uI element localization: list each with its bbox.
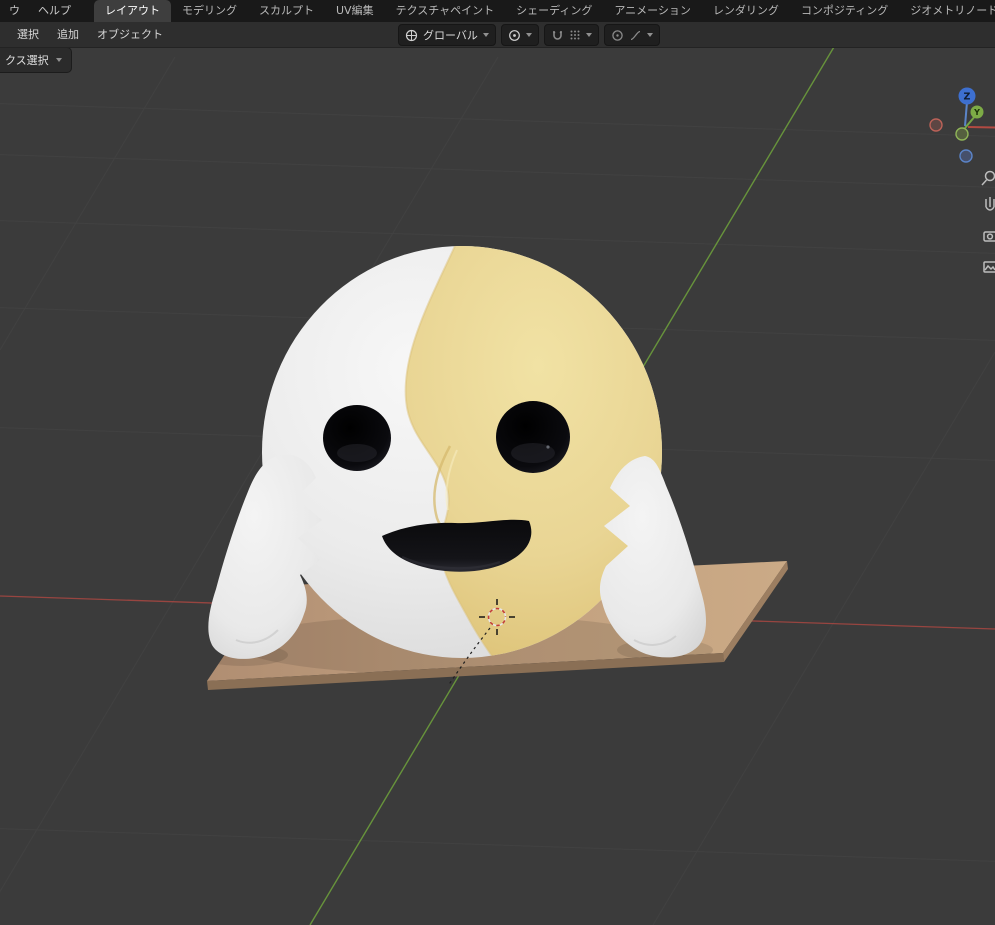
tab-modeling[interactable]: モデリング	[171, 0, 248, 22]
orientation-globe-icon	[405, 29, 418, 42]
topbar: ウ ヘルプ レイアウト モデリング スカルプト UV編集 テクスチャペイント シ…	[0, 0, 995, 22]
menu-object[interactable]: オブジェクト	[88, 22, 172, 47]
viewport-header: 選択 追加 オブジェクト グローバル	[0, 22, 995, 48]
gizmo-x-axis[interactable]	[968, 127, 995, 128]
transform-orientation-value: グローバル	[423, 27, 478, 43]
tab-shading[interactable]: シェーディング	[505, 0, 603, 22]
proportional-editing-controls[interactable]	[604, 24, 660, 46]
pivot-point-dropdown[interactable]	[501, 24, 539, 46]
snapping-controls[interactable]	[544, 24, 599, 46]
tab-geometry-nodes[interactable]: ジオメトリノード	[899, 0, 995, 22]
tab-sculpting[interactable]: スカルプト	[248, 0, 325, 22]
viewport-3d[interactable]: Z Y	[0, 0, 995, 925]
proportional-edit-icon	[611, 29, 624, 42]
gizmo-neg-x-ball[interactable]	[930, 119, 942, 131]
menu-help[interactable]: ヘルプ	[29, 0, 80, 22]
active-tool-dropdown[interactable]: クス選択	[0, 47, 72, 73]
menu-window[interactable]: ウ	[0, 0, 29, 22]
transform-controls: グローバル	[398, 24, 660, 46]
chevron-down-icon	[586, 33, 592, 37]
tab-uv-editing[interactable]: UV編集	[325, 0, 385, 22]
gizmo-z-label: Z	[964, 92, 971, 103]
pivot-point-icon	[508, 29, 521, 42]
active-tool-label: クス選択	[5, 52, 49, 68]
tab-layout[interactable]: レイアウト	[94, 0, 171, 22]
chevron-down-icon	[526, 33, 532, 37]
snap-grid-icon	[569, 29, 581, 41]
gizmo-y-label: Y	[973, 108, 980, 117]
chevron-down-icon	[56, 58, 62, 62]
chevron-down-icon	[483, 33, 489, 37]
menu-add[interactable]: 追加	[48, 22, 88, 47]
tab-animation[interactable]: アニメーション	[603, 0, 702, 22]
gizmo-neg-y-ball[interactable]	[956, 128, 968, 140]
menu-select[interactable]: 選択	[8, 22, 48, 47]
tab-compositing[interactable]: コンポジティング	[790, 0, 899, 22]
tab-texture-paint[interactable]: テクスチャペイント	[385, 0, 506, 22]
gizmo-neg-z-ball[interactable]	[960, 150, 972, 162]
blender-window: Z Y ウ ヘル	[0, 0, 995, 925]
transform-orientation-dropdown[interactable]: グローバル	[398, 24, 496, 46]
falloff-curve-icon	[629, 29, 642, 42]
tab-rendering[interactable]: レンダリング	[702, 0, 790, 22]
workspace-tabs: レイアウト モデリング スカルプト UV編集 テクスチャペイント シェーディング…	[94, 0, 995, 22]
magnet-icon	[551, 29, 564, 42]
chevron-down-icon	[647, 33, 653, 37]
